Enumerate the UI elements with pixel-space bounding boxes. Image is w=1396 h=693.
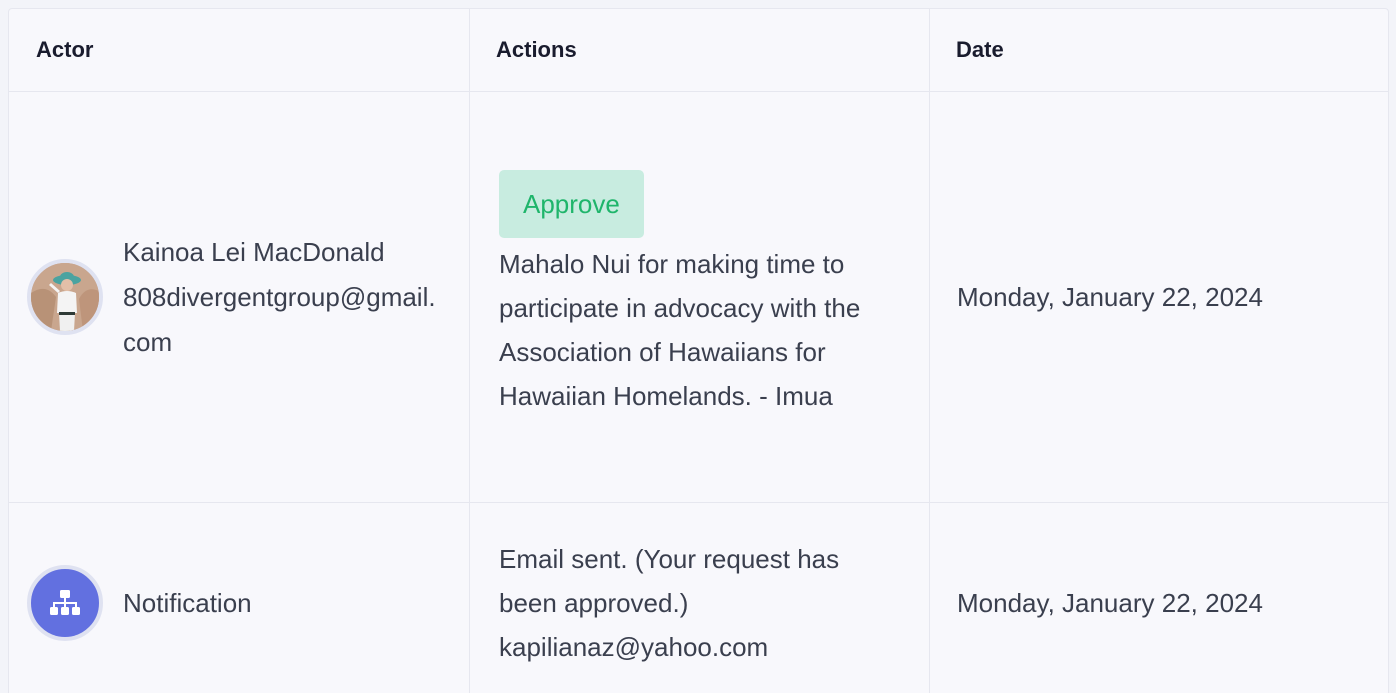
actions-cell: Email sent. (Your request has been appro… <box>470 503 930 693</box>
actions-cell: Approve Mahalo Nui for making time to pa… <box>470 92 930 502</box>
actor-email: 808divergentgroup@gmail.com <box>123 281 436 357</box>
avatar <box>27 259 103 335</box>
avatar <box>27 565 103 641</box>
actor-name: Kainoa Lei MacDonald <box>123 236 385 267</box>
table-row: Notification Email sent. (Your request h… <box>9 503 1388 693</box>
sitemap-icon <box>50 590 80 615</box>
action-message: Mahalo Nui for making time to participat… <box>499 249 861 411</box>
actor-cell: Notification <box>9 503 470 693</box>
table-row: Kainoa Lei MacDonald 808divergentgroup@g… <box>9 92 1388 503</box>
date-cell: Monday, January 22, 2024 <box>930 503 1388 693</box>
actor-name: Notification <box>123 587 252 618</box>
header-actor: Actor <box>9 9 470 91</box>
user-photo-icon <box>31 263 99 331</box>
action-date: Monday, January 22, 2024 <box>957 281 1263 312</box>
actor-cell: Kainoa Lei MacDonald 808divergentgroup@g… <box>9 92 470 502</box>
actor-details: Kainoa Lei MacDonald 808divergentgroup@g… <box>123 230 443 365</box>
activity-table: Actor Actions Date Kainoa Lei MacDonald … <box>8 8 1389 693</box>
header-date: Date <box>956 37 1004 62</box>
status-badge: Approve <box>499 170 644 238</box>
action-message: Email sent. (Your request has been appro… <box>499 544 840 662</box>
action-date: Monday, January 22, 2024 <box>957 587 1263 618</box>
date-cell: Monday, January 22, 2024 <box>930 92 1388 502</box>
header-actions: Actions <box>470 9 930 91</box>
actor-details: Notification <box>123 581 443 626</box>
table-header: Actor Actions Date <box>9 9 1388 92</box>
